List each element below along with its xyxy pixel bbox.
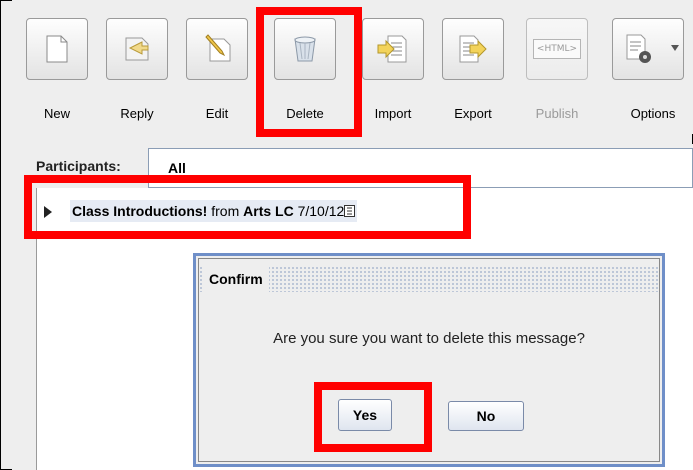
participants-label: Participants: bbox=[36, 158, 121, 174]
dialog-title: Confirm bbox=[203, 266, 269, 292]
import-button[interactable] bbox=[362, 18, 424, 80]
export-label: Export bbox=[454, 106, 492, 121]
no-button[interactable]: No bbox=[448, 401, 524, 431]
delete-highlight-box bbox=[256, 7, 362, 137]
edit-pencil-icon bbox=[187, 19, 247, 79]
import-label: Import bbox=[374, 106, 412, 121]
reply-button[interactable] bbox=[106, 18, 168, 80]
edit-button[interactable] bbox=[186, 18, 248, 80]
participants-value: All bbox=[168, 160, 186, 176]
reply-label: Reply bbox=[120, 106, 154, 121]
new-document-icon bbox=[27, 19, 87, 79]
export-icon bbox=[443, 19, 503, 79]
export-button[interactable] bbox=[442, 18, 504, 80]
reply-icon bbox=[107, 19, 167, 79]
options-label: Options bbox=[630, 106, 676, 121]
new-label: New bbox=[43, 106, 70, 121]
yes-highlight-box bbox=[314, 382, 432, 452]
chevron-down-icon bbox=[671, 45, 679, 51]
import-icon bbox=[363, 19, 423, 79]
html-publish-icon: <HTML> bbox=[527, 19, 587, 79]
message-highlight-box bbox=[24, 175, 471, 239]
html-icon-text: <HTML> bbox=[532, 39, 582, 59]
dialog-message: Are you sure you want to delete this mes… bbox=[273, 330, 585, 347]
edit-label: Edit bbox=[205, 106, 229, 121]
publish-label: Publish bbox=[535, 106, 579, 121]
options-button[interactable] bbox=[612, 18, 684, 80]
publish-button[interactable]: <HTML> bbox=[526, 18, 588, 80]
new-button[interactable] bbox=[26, 18, 88, 80]
